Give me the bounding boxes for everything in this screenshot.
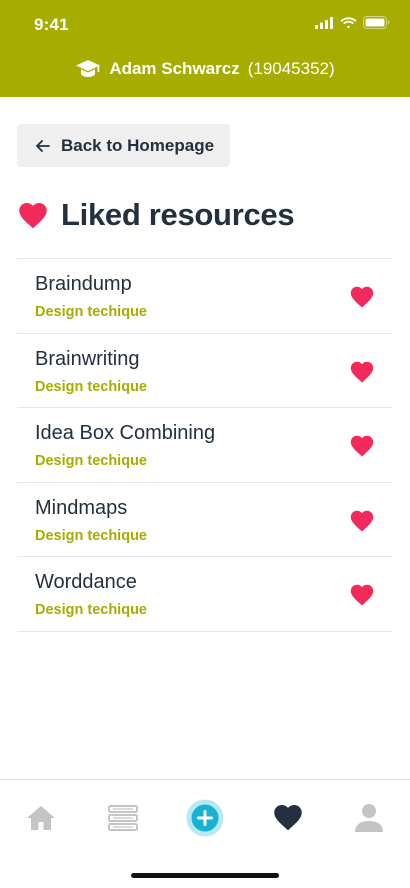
books-icon [108,804,138,831]
arrow-left-icon [36,139,50,152]
cellular-signal-icon [315,16,333,29]
battery-icon [363,16,390,29]
user-row: Adam Schwarcz (19045352) [0,55,410,83]
liked-resources-list: Braindump Design techique Brainwriting D… [17,258,392,632]
app-header: 9:41 Adam Schwarcz (19045352) [0,0,410,97]
heart-icon [274,804,302,831]
resource-title: Brainwriting [35,347,140,370]
resource-category: Design techique [35,378,147,395]
tab-home[interactable] [11,780,71,855]
heart-icon[interactable] [350,435,374,457]
wifi-icon [340,16,357,28]
list-item[interactable]: Brainwriting Design techique [17,334,392,408]
status-bar: 9:41 [0,0,410,48]
resource-title: Mindmaps [35,496,128,519]
list-item[interactable]: Idea Box Combining Design techique [17,408,392,483]
add-icon [186,799,224,836]
user-id: (19045352) [247,59,335,78]
tab-library[interactable] [93,780,153,855]
tab-add[interactable] [175,780,235,855]
back-to-homepage-button[interactable]: Back to Homepage [17,124,230,167]
resource-category: Design techique [35,304,147,320]
heart-icon [19,202,47,228]
list-item[interactable]: Mindmaps Design techique [17,483,392,557]
tab-bar [0,779,410,854]
page-title-row: Liked resources [18,193,295,237]
heart-icon[interactable] [350,286,374,308]
list-item[interactable]: Worddance Design techique [17,557,392,632]
resource-category: Design techique [35,453,147,469]
status-time: 9:41 [34,15,69,34]
home-indicator [131,873,279,878]
page-title: Liked resources [61,197,295,232]
user-name: Adam Schwarcz [109,59,240,78]
heart-icon[interactable] [350,584,374,606]
graduation-cap-icon [76,60,101,77]
resource-title: Worddance [35,571,137,593]
resource-title: Braindump [35,273,132,295]
tab-profile[interactable] [339,780,399,855]
back-button-label: Back to Homepage [61,135,215,155]
heart-icon[interactable] [350,361,374,383]
home-icon [27,805,55,830]
resource-category: Design techique [35,602,147,618]
heart-icon[interactable] [350,510,374,532]
list-item[interactable]: Braindump Design techique [17,259,392,334]
resource-category: Design techique [35,527,147,544]
profile-icon [355,803,383,832]
resource-title: Idea Box Combining [35,422,216,444]
status-icons [315,16,390,29]
tab-liked[interactable] [258,780,318,855]
